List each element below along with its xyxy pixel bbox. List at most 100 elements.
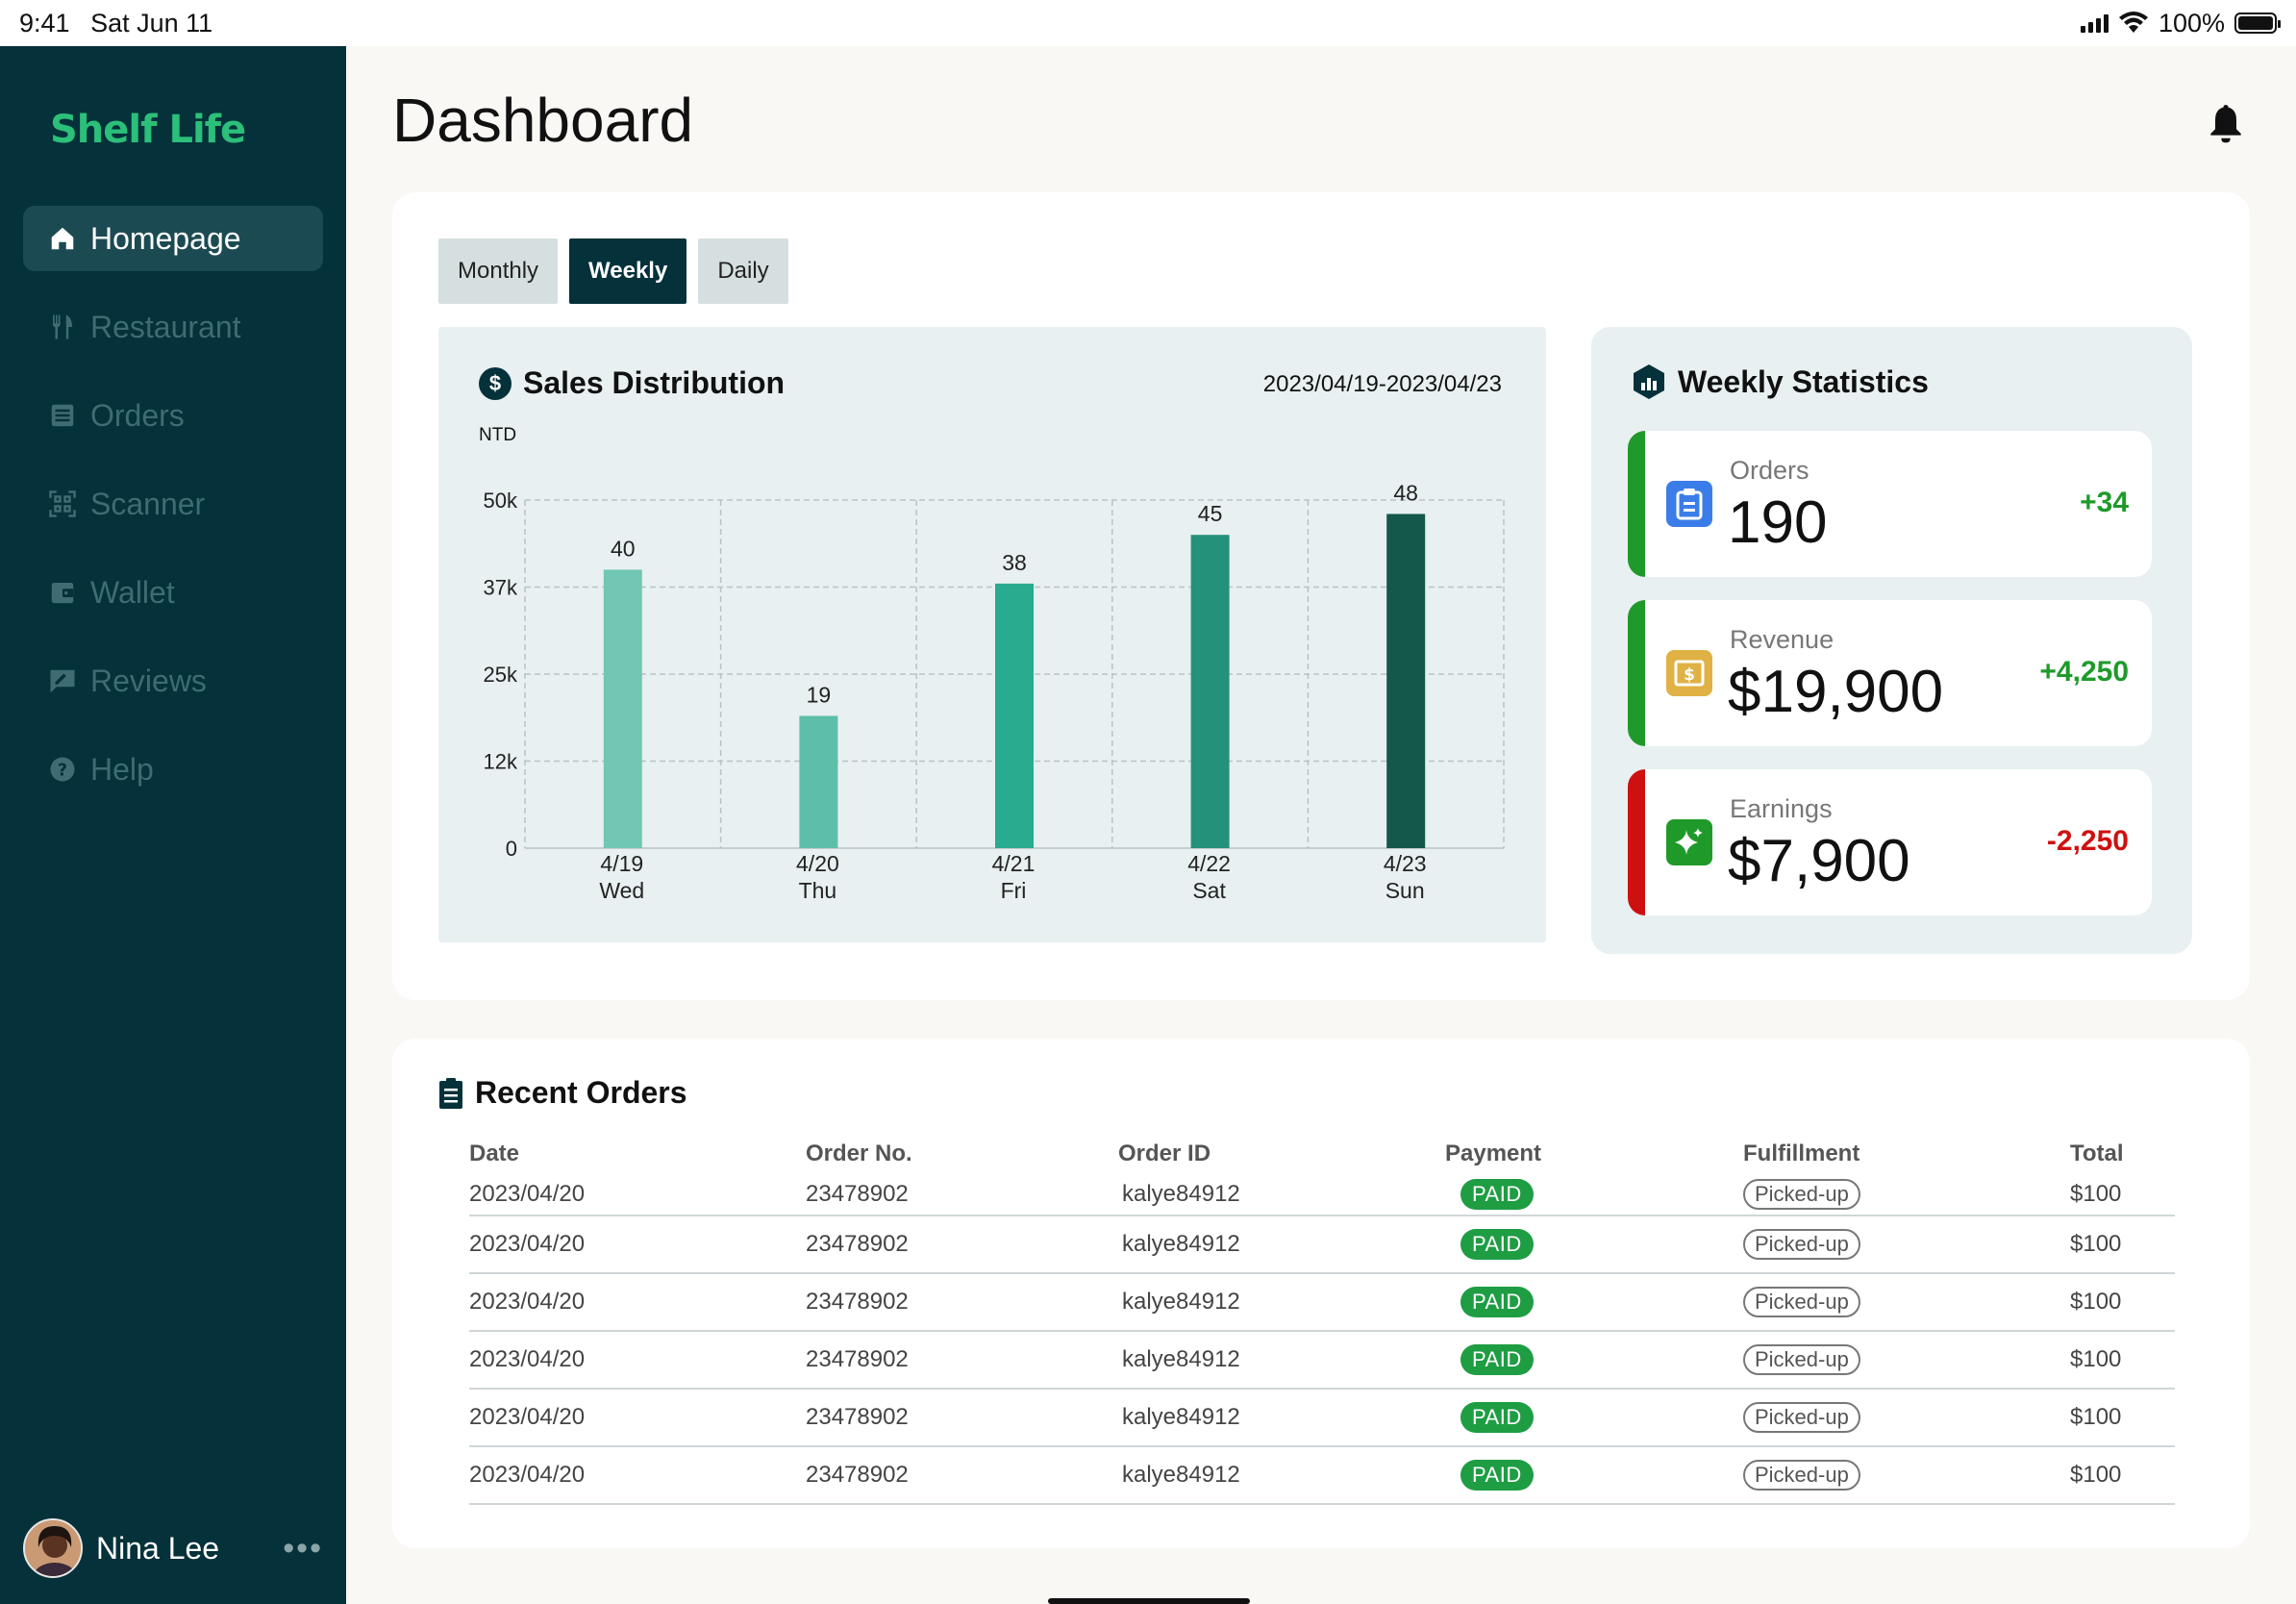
bar-data-label: 38 xyxy=(1002,550,1027,575)
y-tick-label: 50k xyxy=(484,489,518,513)
tab-monthly[interactable]: Monthly xyxy=(438,238,559,304)
bar-4-22 xyxy=(1190,535,1230,848)
table-cell-payment-status: PAID xyxy=(1445,1216,1743,1274)
table-row[interactable]: 2023/04/20 23478902 kalye84912 PAID Picked-u… xyxy=(469,1273,2175,1332)
picked-up-badge: Picked-up xyxy=(1743,1402,1860,1433)
status-bar: 9:41 Sat Jun 11 100% xyxy=(0,0,2296,46)
sidebar: Shelf Life Homepage Restaurant Orders Sc… xyxy=(0,46,346,1604)
paid-badge: PAID xyxy=(1460,1344,1534,1375)
sales-distribution-panel: $ Sales Distribution 2023/04/19-2023/04/… xyxy=(438,327,1546,942)
picked-up-badge: Picked-up xyxy=(1743,1229,1860,1260)
sidebar-item-scanner[interactable]: Scanner xyxy=(23,471,323,537)
stat-card-revenue[interactable]: $ Revenue $19,900 +4,250 xyxy=(1628,600,2152,746)
tab-weekly[interactable]: Weekly xyxy=(569,238,687,304)
orders-table: Date Order No. Order ID Payment Fulfillm… xyxy=(469,1135,2175,1505)
order-date-text: 2023/04/20 xyxy=(469,1289,586,1315)
table-cell-order-id: kalye84912 xyxy=(1118,1173,1445,1216)
cellular-signal-icon xyxy=(2080,13,2109,33)
stat-accent-bar xyxy=(1628,769,1645,915)
table-cell-order-total: $100 xyxy=(2070,1389,2175,1447)
status-date: Sat Jun 11 xyxy=(90,8,213,38)
column-header-order-id[interactable]: Order ID xyxy=(1118,1135,1445,1173)
table-cell-order-number: 23478902 xyxy=(806,1173,1118,1216)
x-tick-label-date: 4/22 xyxy=(1187,851,1231,876)
x-tick-label-date: 4/21 xyxy=(992,851,1036,876)
table-row[interactable]: 2023/04/20 23478902 kalye84912 PAID Picked-u… xyxy=(469,1446,2175,1505)
stat-card-orders[interactable]: Orders 190 +34 xyxy=(1628,431,2152,577)
picked-up-badge: Picked-up xyxy=(1743,1178,1860,1210)
order-id-text: kalye84912 xyxy=(1122,1180,1240,1207)
table-cell-order-date: 2023/04/20 xyxy=(469,1173,806,1216)
sidebar-item-restaurant[interactable]: Restaurant xyxy=(23,294,323,360)
brand-logo[interactable]: Shelf Life xyxy=(50,108,246,152)
bar-4-19 xyxy=(603,569,642,848)
help-icon: ? xyxy=(48,755,77,784)
table-cell-order-date: 2023/04/20 xyxy=(469,1389,806,1447)
user-profile[interactable]: Nina Lee ••• xyxy=(23,1517,323,1579)
paid-badge: PAID xyxy=(1460,1460,1534,1491)
table-cell-order-id: kalye84912 xyxy=(1118,1273,1445,1332)
weekly-statistics-panel: Weekly Statistics Orders 190 +34 $ Reven… xyxy=(1591,327,2192,954)
x-tick-label-day: Wed xyxy=(599,878,644,903)
sidebar-item-reviews[interactable]: Reviews xyxy=(23,648,323,714)
table-cell-fulfillment-status: Picked-up xyxy=(1743,1331,2070,1390)
svg-text:$: $ xyxy=(1684,665,1695,685)
table-cell-payment-status: PAID xyxy=(1445,1389,1743,1447)
sidebar-item-label: Scanner xyxy=(90,486,206,521)
table-row[interactable]: 2023/04/20 23478902 kalye84912 PAID Picked-u… xyxy=(469,1216,2175,1274)
stat-value: $19,900 xyxy=(1728,659,1944,725)
bar-data-label: 19 xyxy=(807,682,832,707)
avatar[interactable] xyxy=(23,1518,83,1578)
bell-icon[interactable] xyxy=(2208,102,2244,144)
paid-badge: PAID xyxy=(1460,1402,1534,1433)
order-date-text: 2023/04/20 xyxy=(469,1404,586,1430)
column-header-date[interactable]: Date xyxy=(469,1135,806,1173)
sidebar-item-homepage[interactable]: Homepage xyxy=(23,206,323,271)
order-number-text: 23478902 xyxy=(806,1346,909,1372)
table-cell-order-id: kalye84912 xyxy=(1118,1216,1445,1274)
x-tick-label-date: 4/19 xyxy=(600,851,643,876)
svg-text:?: ? xyxy=(58,761,67,780)
sales-bar-chart: 0 12k 25k 37k 50k 40 4/19Wed 19 4/20Thu 38 4/21Fri… xyxy=(484,480,1505,903)
status-time: 9:41 xyxy=(19,8,70,38)
bar-4-23 xyxy=(1386,514,1426,848)
bar-data-label: 40 xyxy=(611,536,636,561)
table-cell-order-date: 2023/04/20 xyxy=(469,1331,806,1390)
more-options-icon[interactable]: ••• xyxy=(283,1530,323,1567)
sidebar-item-label: Homepage xyxy=(90,220,241,256)
y-tick-label: 12k xyxy=(484,750,518,774)
weekly-statistics-header: Weekly Statistics xyxy=(1632,363,1929,400)
sidebar-item-help[interactable]: ? Help xyxy=(23,737,323,802)
x-tick-label-date: 4/20 xyxy=(796,851,839,876)
stat-label: Orders xyxy=(1730,456,1809,485)
table-cell-order-number: 23478902 xyxy=(806,1389,1118,1447)
order-number-text: 23478902 xyxy=(806,1289,909,1315)
tab-daily[interactable]: Daily xyxy=(698,238,788,304)
order-date-text: 2023/04/20 xyxy=(469,1231,586,1257)
table-row[interactable]: 2023/04/20 23478902 kalye84912 PAID Picked-u… xyxy=(469,1331,2175,1390)
sidebar-nav: Homepage Restaurant Orders Scanner Walle… xyxy=(23,206,323,825)
table-row[interactable]: 2023/04/20 23478902 kalye84912 PAID Picked-u… xyxy=(469,1173,2175,1216)
order-id-text: kalye84912 xyxy=(1122,1289,1240,1315)
order-total-text: $100 xyxy=(2070,1346,2122,1372)
order-date-text: 2023/04/20 xyxy=(469,1462,586,1488)
clipboard-list-icon xyxy=(439,1077,462,1109)
picked-up-badge: Picked-up xyxy=(1743,1287,1860,1317)
sidebar-item-wallet[interactable]: Wallet xyxy=(23,560,323,625)
column-header-fulfillment[interactable]: Fulfillment xyxy=(1743,1135,2070,1173)
column-header-total[interactable]: Total xyxy=(2070,1135,2175,1173)
home-indicator xyxy=(1048,1598,1250,1604)
table-cell-fulfillment-status: Picked-up xyxy=(1743,1173,2070,1216)
table-cell-fulfillment-status: Picked-up xyxy=(1743,1389,2070,1447)
sidebar-item-orders[interactable]: Orders xyxy=(23,383,323,448)
table-cell-payment-status: PAID xyxy=(1445,1446,1743,1505)
stat-card-earnings[interactable]: Earnings $7,900 -2,250 xyxy=(1628,769,2152,915)
order-number-text: 23478902 xyxy=(806,1462,909,1488)
cash-icon: $ xyxy=(1666,650,1712,696)
column-header-order-no[interactable]: Order No. xyxy=(806,1135,1118,1173)
table-row[interactable]: 2023/04/20 23478902 kalye84912 PAID Picked-u… xyxy=(469,1389,2175,1447)
table-cell-order-total: $100 xyxy=(2070,1173,2175,1216)
stat-label: Revenue xyxy=(1730,625,1834,654)
column-header-payment[interactable]: Payment xyxy=(1445,1135,1743,1173)
overview-card: Monthly Weekly Daily $ Sales Distributio… xyxy=(392,192,2250,1000)
